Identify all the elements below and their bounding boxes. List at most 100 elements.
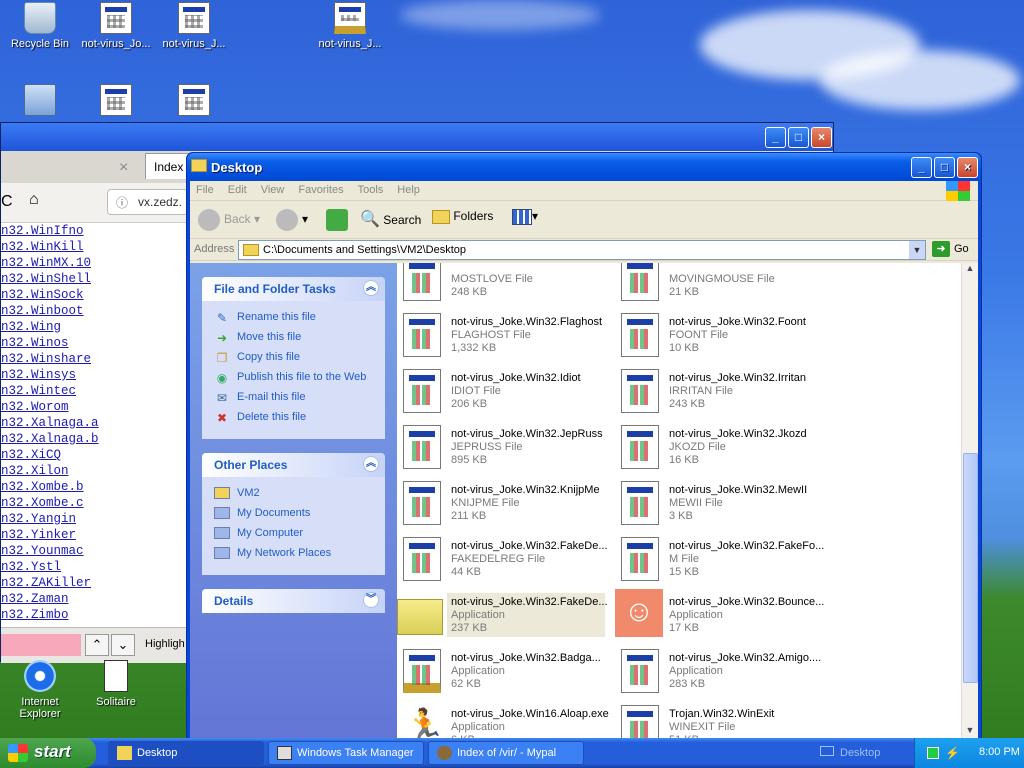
file-link[interactable]: n32.Zimbo (1, 607, 99, 623)
close-button[interactable]: × (811, 127, 832, 148)
taskbar-item-task-manager[interactable]: Windows Task Manager (268, 741, 424, 765)
file-link[interactable]: n32.WinMX.10 (1, 255, 99, 271)
file-link[interactable]: n32.Yinker (1, 527, 99, 543)
file-item[interactable]: Trojan.Win32.WinExitWINEXIT File51 KB (615, 699, 825, 741)
file-link[interactable]: n32.Winos (1, 335, 99, 351)
highlight-all-label[interactable]: Highligh (145, 638, 185, 650)
file-link[interactable]: n32.Winshare (1, 351, 99, 367)
file-item[interactable]: not-virus_Joke.Win32.MewII MEWII File 3 KB (615, 475, 825, 527)
clock[interactable]: 8:00 PM (979, 746, 1020, 758)
file-item[interactable]: not-virus_Joke.Win32.Foont FOONT File 10 K… (615, 307, 825, 359)
file-link[interactable]: n32.Wing (1, 319, 99, 335)
file-link[interactable]: n32.WinIfno (1, 223, 99, 239)
file-item[interactable]: not-virus_Joke.Win32.FakeDe... Applicatio… (397, 587, 608, 639)
file-item[interactable]: not-virus_Joke.Win32.Badga... Application… (397, 643, 607, 695)
place-link[interactable]: My Documents (214, 505, 373, 525)
tab-close-icon[interactable]: × (119, 159, 128, 177)
desktop-icon-recycle-bin[interactable]: Recycle Bin (0, 2, 80, 50)
desktop-icon-internet-explorer[interactable]: Internet Explorer (0, 660, 80, 720)
desktop-icon-file[interactable]: not-virus_J... (154, 2, 234, 50)
chevron-down-icon[interactable]: ▼ (909, 241, 925, 259)
file-link[interactable]: n32.Xilon (1, 463, 99, 479)
task-manager-tray-icon[interactable] (927, 747, 939, 759)
network-icon[interactable]: ⚡ (945, 746, 960, 760)
reload-icon[interactable]: C (1, 193, 13, 211)
up-button[interactable] (326, 209, 352, 231)
find-next-button[interactable]: ⌄ (111, 634, 135, 656)
menu-item-edit[interactable]: Edit (228, 184, 247, 196)
menu-item-view[interactable]: View (261, 184, 285, 196)
file-item[interactable]: MOVINGMOUSE File 21 KB (615, 263, 825, 303)
file-link[interactable]: n32.Xombe.c (1, 495, 99, 511)
file-item[interactable]: not-virus_Joke.Win32.Idiot IDIOT File 206 … (397, 363, 607, 415)
maximize-button[interactable]: □ (788, 127, 809, 148)
file-link[interactable]: n32.Xalnaga.b (1, 431, 99, 447)
collapse-icon[interactable]: ︽ (363, 456, 379, 472)
file-link[interactable]: n32.WinKill (1, 239, 99, 255)
forward-button[interactable]: ▾ (276, 209, 308, 231)
close-button[interactable]: × (957, 157, 978, 178)
collapse-icon[interactable]: ︽ (363, 280, 379, 296)
file-item[interactable]: not-virus_Joke.Win32.FakeDe... FAKEDELREG… (397, 531, 608, 583)
file-link[interactable]: n32.WinSock (1, 287, 99, 303)
file-item[interactable]: not-virus_Joke.Win32.JepRuss JEPRUSS File… (397, 419, 607, 471)
file-link[interactable]: n32.Younmac (1, 543, 99, 559)
file-link[interactable]: n32.Ystl (1, 559, 99, 575)
menu-item-tools[interactable]: Tools (358, 184, 384, 196)
scrollbar-thumb[interactable] (963, 453, 978, 683)
go-button[interactable]: ➜ Go (932, 241, 969, 257)
file-item[interactable]: 🏃 not-virus_Joke.Win16.Aloap.exe Applicati… (397, 699, 609, 741)
start-button[interactable]: start (0, 738, 96, 768)
task-link[interactable]: ◉ Publish this file to the Web (214, 369, 373, 389)
desktop-icon-solitaire[interactable]: Solitaire (76, 660, 156, 708)
file-item[interactable]: not-virus_Joke.Win32.Amigo.... Applicatio… (615, 643, 825, 695)
vertical-scrollbar[interactable]: ▲ ▼ (961, 263, 978, 741)
taskbar-item-desktop[interactable]: Desktop (108, 741, 264, 765)
file-link[interactable]: n32.Xombe.b (1, 479, 99, 495)
minimize-button[interactable]: _ (765, 127, 786, 148)
home-icon[interactable]: ⌂ (29, 191, 39, 209)
url-input[interactable]: ⓘ vx.zedz. (107, 189, 197, 215)
task-link[interactable]: ➜ Move this file (214, 329, 373, 349)
task-link[interactable]: ✉ E-mail this file (214, 389, 373, 409)
file-link[interactable]: n32.Xalnaga.a (1, 415, 99, 431)
desktop-icon-installer[interactable]: not-virus_J... (310, 2, 390, 50)
maximize-button[interactable]: □ (934, 157, 955, 178)
task-link[interactable]: ✎ Rename this file (214, 309, 373, 329)
expand-icon[interactable]: ︾ (363, 592, 379, 608)
views-button[interactable]: ▾ (512, 209, 538, 225)
task-link[interactable]: ❐ Copy this file (214, 349, 373, 369)
desktop-icon-file[interactable]: not-virus_Jo... (76, 2, 156, 50)
file-item[interactable]: not-virus_Joke.Win32.Jkozd JKOZD File 16 K… (615, 419, 825, 471)
file-link[interactable]: n32.Worom (1, 399, 99, 415)
file-item[interactable]: ☺ not-virus_Joke.Win32.Bounce... Applicati… (615, 587, 825, 639)
place-link[interactable]: VM2 (214, 485, 373, 505)
file-item[interactable]: MOSTLOVE File 248 KB (397, 263, 607, 303)
file-link[interactable]: n32.XiCQ (1, 447, 99, 463)
find-input[interactable] (1, 634, 81, 656)
menu-item-file[interactable]: File (196, 184, 214, 196)
panel-header[interactable]: File and Folder Tasks ︽ (202, 277, 385, 301)
file-link[interactable]: n32.Winsys (1, 367, 99, 383)
file-item[interactable]: not-virus_Joke.Win32.Irritan IRRITAN File… (615, 363, 825, 415)
back-button[interactable]: Back ▾ (198, 209, 260, 231)
place-link[interactable]: My Computer (214, 525, 373, 545)
find-previous-button[interactable]: ⌃ (85, 634, 109, 656)
file-link[interactable]: n32.Wintec (1, 383, 99, 399)
taskbar-item-browser[interactable]: Index of /vir/ - Mypal (428, 741, 584, 765)
desktop-icon-file[interactable] (154, 84, 234, 120)
scroll-up-icon[interactable]: ▲ (962, 263, 978, 279)
desktop-icon-file[interactable] (76, 84, 156, 120)
panel-header[interactable]: Details ︾ (202, 589, 385, 613)
menu-item-help[interactable]: Help (397, 184, 420, 196)
file-item[interactable]: not-virus_Joke.Win32.Flaghost FLAGHOST Fi… (397, 307, 607, 359)
address-input[interactable]: C:\Documents and Settings\VM2\Desktop ▼ (238, 240, 926, 260)
panel-header[interactable]: Other Places ︽ (202, 453, 385, 477)
task-link[interactable]: ✖ Delete this file (214, 409, 373, 429)
file-link[interactable]: n32.Zaman (1, 591, 99, 607)
file-link[interactable]: n32.ZAKiller (1, 575, 99, 591)
search-button[interactable]: 🔍 Search (360, 209, 421, 229)
file-item[interactable]: not-virus_Joke.Win32.KnijpMe KNIJPME File… (397, 475, 607, 527)
place-link[interactable]: My Network Places (214, 545, 373, 565)
folders-button[interactable]: Folders (432, 209, 493, 224)
